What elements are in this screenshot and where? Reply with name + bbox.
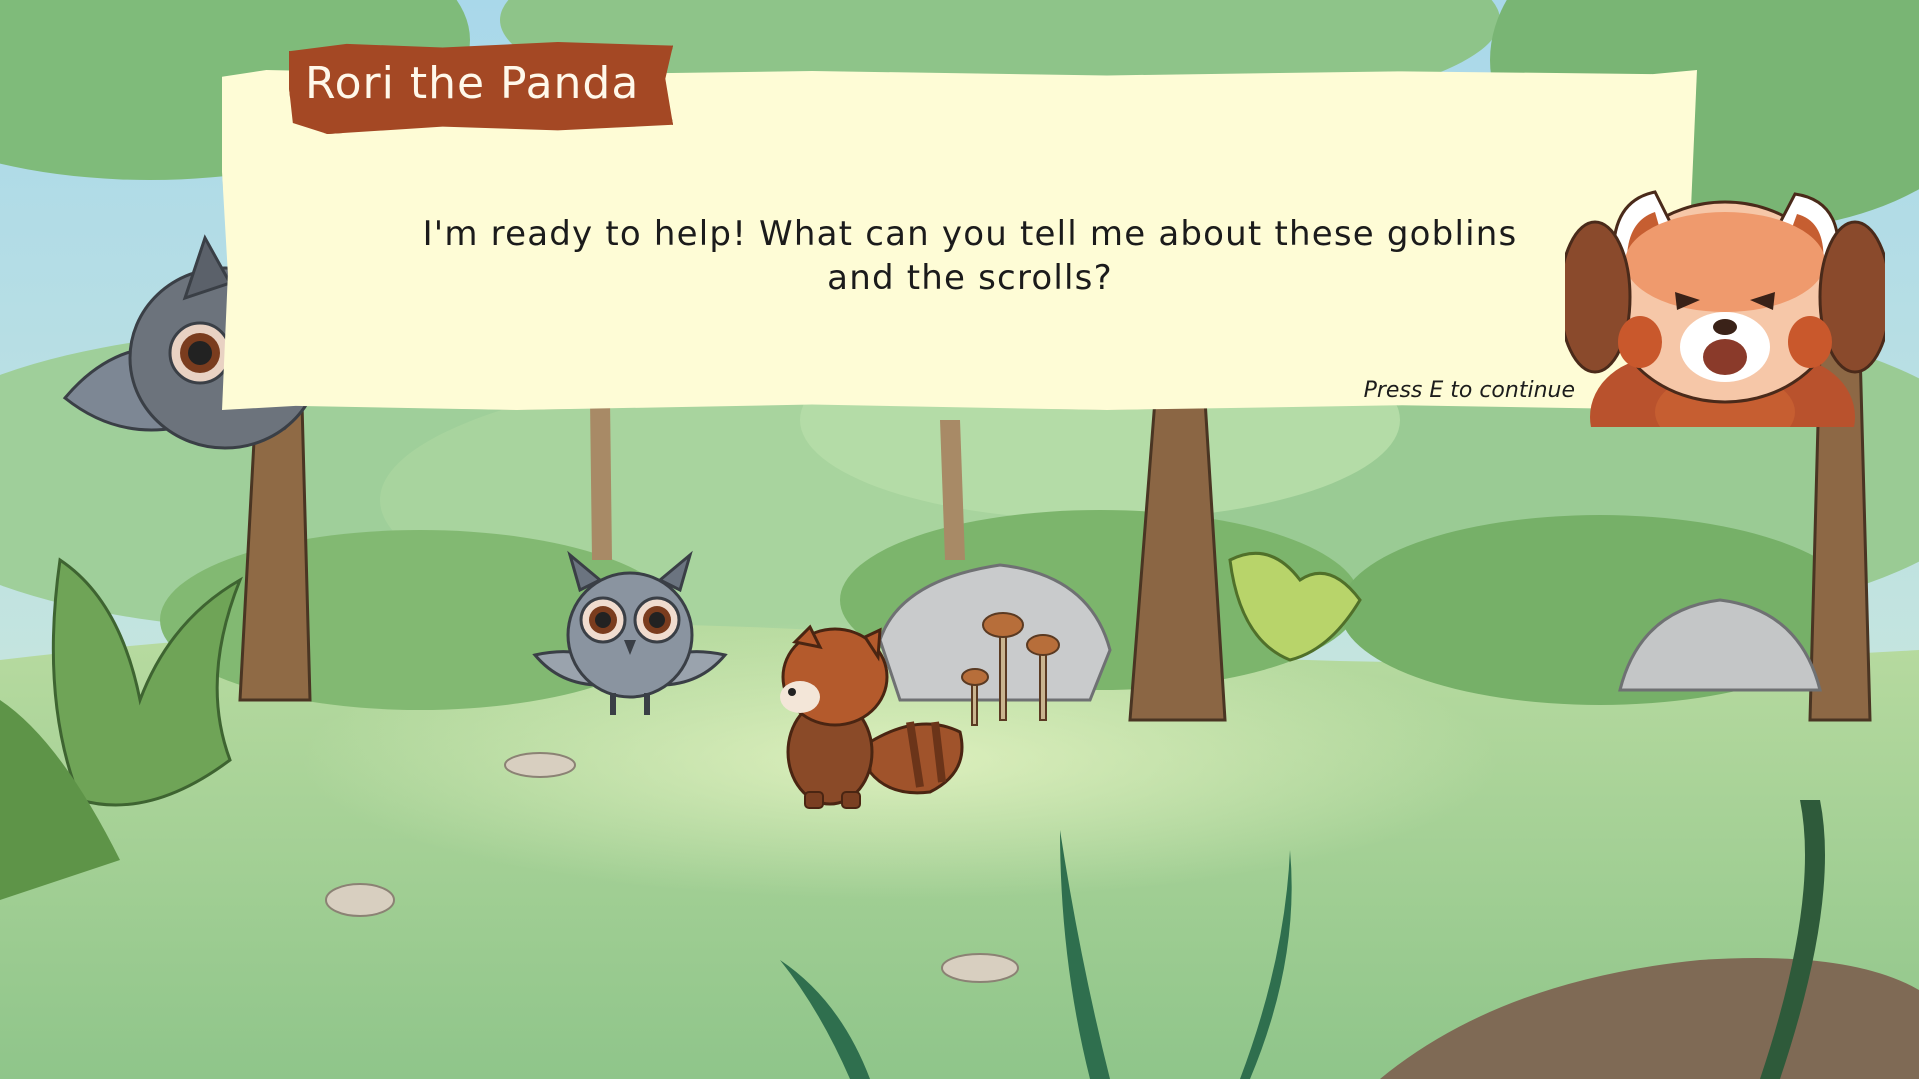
continue-hint[interactable]: Press E to continue [1300, 378, 1575, 403]
red-panda-icon [780, 624, 964, 809]
owl-icon [532, 550, 728, 715]
dialogue-message: I'm ready to help! What can you tell me … [422, 214, 1518, 298]
red-panda-portrait-icon [1565, 190, 1885, 427]
speaker-name: Rori the Panda [305, 58, 640, 109]
game-scene: I'm ready to help! What can you tell me … [0, 0, 1919, 1079]
